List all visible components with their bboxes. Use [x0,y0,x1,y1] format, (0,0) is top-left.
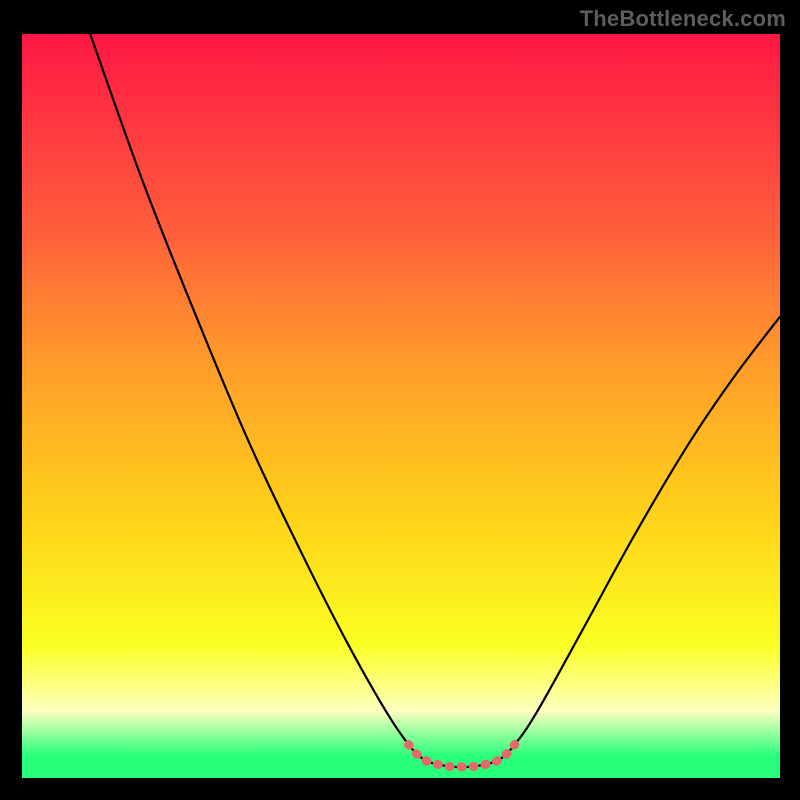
bottleneck-chart [22,34,780,778]
chart-container: TheBottleneck.com [0,0,800,800]
watermark-text: TheBottleneck.com [580,6,786,32]
plot-area [22,34,780,778]
gradient-background [22,34,780,778]
